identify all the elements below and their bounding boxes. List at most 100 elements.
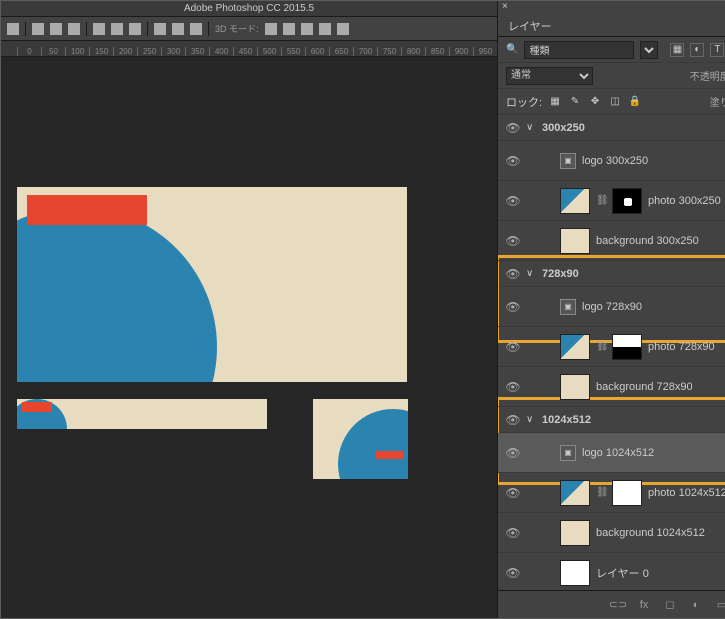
layer-row[interactable]: 👁 ▣ logo 1024x512 — [498, 433, 725, 473]
layer-name[interactable]: background 728x90 — [596, 381, 693, 393]
filter-type-icon[interactable]: T — [710, 43, 724, 57]
tool-icon[interactable] — [68, 23, 80, 35]
link-icon[interactable]: ⛓ — [596, 487, 606, 498]
chevron-down-icon[interactable]: ∨ — [526, 122, 536, 133]
layer-name[interactable]: photo 728x90 — [648, 341, 715, 353]
tool-icon[interactable] — [93, 23, 105, 35]
visibility-icon[interactable]: 👁 — [506, 121, 520, 135]
tool-icon[interactable] — [190, 23, 202, 35]
opacity-label: 不透明度: — [690, 68, 725, 83]
layer-name[interactable]: background 1024x512 — [596, 527, 705, 539]
layers-list[interactable]: 👁∨300x250👁▣logo 300x250👁⛓photo 300x250👁b… — [498, 115, 725, 590]
visibility-icon[interactable]: 👁 — [506, 446, 520, 460]
layer-thumb[interactable] — [560, 334, 590, 360]
visibility-icon[interactable]: 👁 — [506, 566, 520, 580]
visibility-icon[interactable]: 👁 — [506, 413, 520, 427]
canvas-body[interactable]: 1024x512 728x90 300x250 — [1, 57, 497, 618]
tool-icon[interactable] — [50, 23, 62, 35]
mask-thumb[interactable] — [612, 334, 642, 360]
filter-image-icon[interactable]: ▦ — [670, 43, 684, 57]
layer-name[interactable]: photo 1024x512 — [648, 487, 725, 499]
smart-object-icon: ▣ — [560, 299, 576, 315]
lock-move-icon[interactable]: ✥ — [588, 95, 602, 109]
tool-icon[interactable] — [337, 23, 349, 35]
visibility-icon[interactable]: 👁 — [506, 267, 520, 281]
options-bar: 3D モード: — [1, 17, 497, 41]
visibility-icon[interactable]: 👁 — [506, 194, 520, 208]
group-name[interactable]: 1024x512 — [542, 414, 591, 426]
layer-filter-input[interactable] — [524, 41, 634, 59]
link-icon[interactable]: ⊂⊃ — [610, 597, 626, 613]
adjustment-icon[interactable]: ◐ — [688, 597, 704, 613]
panel-close-icon[interactable]: × — [498, 1, 725, 15]
tool-icon[interactable] — [154, 23, 166, 35]
visibility-icon[interactable]: 👁 — [506, 380, 520, 394]
group-name[interactable]: 728x90 — [542, 268, 579, 280]
link-icon[interactable]: ⛓ — [596, 341, 606, 352]
link-icon[interactable]: ⛓ — [596, 195, 606, 206]
lock-pixels-icon[interactable]: ▦ — [548, 95, 562, 109]
chevron-down-icon[interactable]: ∨ — [526, 268, 536, 279]
layer-thumb[interactable] — [560, 188, 590, 214]
layer-filter-select[interactable] — [640, 41, 658, 59]
group-name[interactable]: 300x250 — [542, 122, 585, 134]
fill-label: 塗り: — [710, 94, 725, 109]
chevron-down-icon[interactable]: ∨ — [526, 414, 536, 425]
layer-group-header[interactable]: 👁 ∨ 728x90 — [498, 261, 725, 287]
tool-icon[interactable] — [7, 23, 19, 35]
layer-name[interactable]: logo 1024x512 — [582, 447, 654, 459]
artboard-728x90[interactable]: 728x90 — [17, 399, 267, 429]
layer-name[interactable]: background 300x250 — [596, 235, 699, 247]
visibility-icon[interactable]: 👁 — [506, 300, 520, 314]
layer-name[interactable]: logo 300x250 — [582, 155, 648, 167]
blend-mode-select[interactable]: 通常 — [506, 67, 593, 85]
tool-icon[interactable] — [111, 23, 123, 35]
lock-all-icon[interactable]: 🔒 — [628, 95, 642, 109]
tool-icon[interactable] — [265, 23, 277, 35]
lock-artboard-icon[interactable]: ◫ — [608, 95, 622, 109]
layer-thumb[interactable] — [560, 520, 590, 546]
layer-row[interactable]: 👁 レイヤー 0 — [498, 553, 725, 590]
layer-name[interactable]: photo 300x250 — [648, 195, 721, 207]
layer-row[interactable]: 👁 ⛓ photo 300x250 — [498, 181, 725, 221]
mask-icon[interactable]: ◻ — [662, 597, 678, 613]
layer-thumb[interactable] — [560, 228, 590, 254]
tool-icon[interactable] — [172, 23, 184, 35]
filter-adjust-icon[interactable]: ◐ — [690, 43, 704, 57]
visibility-icon[interactable]: 👁 — [506, 526, 520, 540]
tool-icon[interactable] — [319, 23, 331, 35]
layer-row[interactable]: 👁 background 728x90 — [498, 367, 725, 407]
artboard-300x250[interactable]: 300x250 — [313, 399, 408, 479]
layer-thumb[interactable] — [560, 374, 590, 400]
tool-icon[interactable] — [32, 23, 44, 35]
visibility-icon[interactable]: 👁 — [506, 486, 520, 500]
layer-thumb[interactable] — [560, 480, 590, 506]
visibility-icon[interactable]: 👁 — [506, 234, 520, 248]
visibility-icon[interactable]: 👁 — [506, 154, 520, 168]
layer-name[interactable]: logo 728x90 — [582, 301, 642, 313]
layer-group-header[interactable]: 👁 ∨ 300x250 — [498, 115, 725, 141]
lock-brush-icon[interactable]: ✎ — [568, 95, 582, 109]
smart-object-icon: ▣ — [560, 445, 576, 461]
tool-icon[interactable] — [283, 23, 295, 35]
mask-thumb[interactable] — [612, 188, 642, 214]
layer-group-header[interactable]: 👁 ∨ 1024x512 — [498, 407, 725, 433]
tool-icon[interactable] — [129, 23, 141, 35]
group-icon[interactable]: ▭ — [714, 597, 725, 613]
fx-icon[interactable]: fx — [636, 597, 652, 613]
layer-row[interactable]: 👁 background 1024x512 — [498, 513, 725, 553]
ruler: 0501001502002503003504004505005506006507… — [1, 41, 497, 57]
layer-row[interactable]: 👁▣logo 300x250 — [498, 141, 725, 181]
layer-row[interactable]: 👁 background 300x250 — [498, 221, 725, 261]
layer-row[interactable]: 👁 ⛓ photo 1024x512 — [498, 473, 725, 513]
layer-name[interactable]: レイヤー 0 — [596, 565, 649, 581]
lock-row: ロック: ▦ ✎ ✥ ◫ 🔒 塗り: 100% ∨ — [498, 89, 725, 115]
mask-thumb[interactable] — [612, 480, 642, 506]
layer-row[interactable]: 👁 ▣ logo 728x90 — [498, 287, 725, 327]
artboard-1024x512[interactable]: 1024x512 — [17, 187, 407, 382]
panel-title[interactable]: レイヤー — [508, 18, 552, 34]
layer-row[interactable]: 👁 ⛓ photo 728x90 — [498, 327, 725, 367]
tool-icon[interactable] — [301, 23, 313, 35]
visibility-icon[interactable]: 👁 — [506, 340, 520, 354]
layer-thumb[interactable] — [560, 560, 590, 586]
